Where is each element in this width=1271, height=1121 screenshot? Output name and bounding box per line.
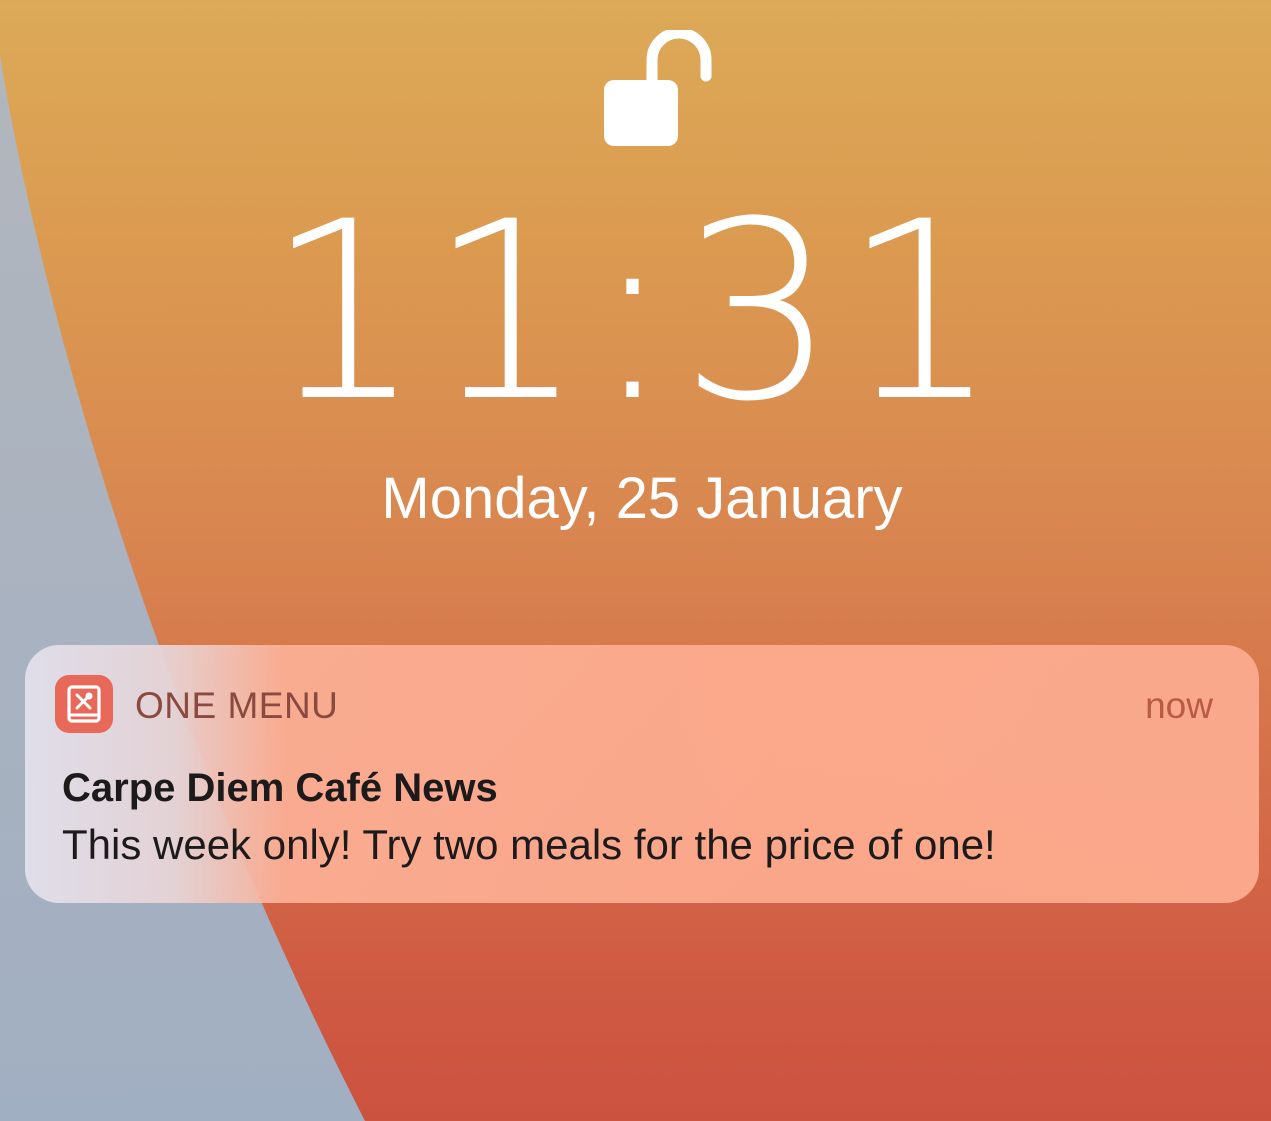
notification-time: now <box>1145 685 1213 726</box>
lock-screen-clock: 11:31 <box>266 170 1005 456</box>
unlocked-padlock-icon <box>604 30 712 146</box>
wallpaper <box>0 55 365 1121</box>
notification-body: This week only! Try two meals for the pr… <box>62 821 996 868</box>
notification-banner[interactable]: ONE MENU now Carpe Diem Café News This w… <box>25 645 1259 903</box>
lock-screen-date: Monday, 25 January <box>381 466 903 531</box>
notification-title: Carpe Diem Café News <box>62 766 498 810</box>
notification-app-name: ONE MENU <box>135 685 339 726</box>
one-menu-app-icon <box>55 675 113 733</box>
